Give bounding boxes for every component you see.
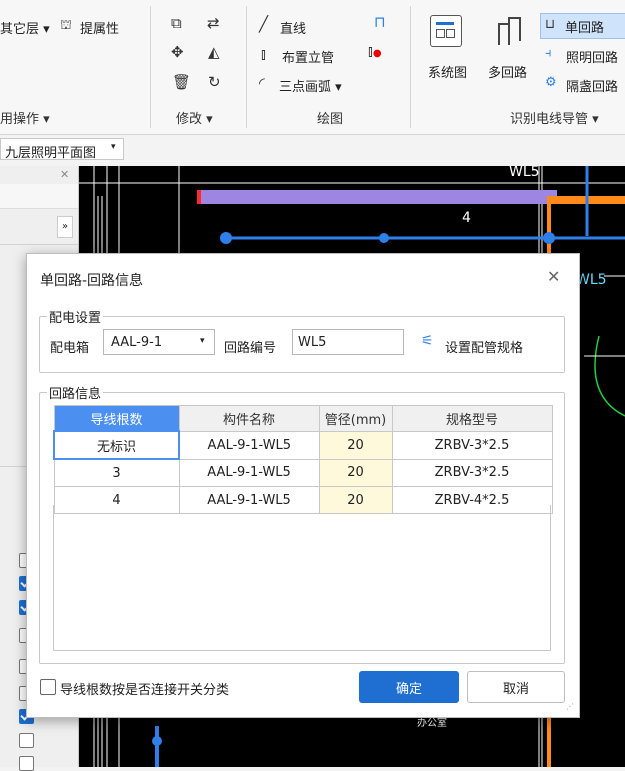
riser-icon: ⫾ (261, 45, 266, 63)
rotate-icon[interactable]: ↻ (208, 74, 221, 90)
canvas-label-4: 4 (462, 210, 471, 226)
group-label-ops: 用操作 ▾ (0, 112, 50, 127)
column-header-component-name[interactable]: 构件名称 (178, 405, 320, 432)
cell-wire-count[interactable]: 3 (53, 458, 180, 487)
classify-by-switch-checkbox-label[interactable]: 导线根数按是否连接开关分类 (60, 679, 229, 698)
cell-pipe-diameter[interactable]: 20 (318, 458, 393, 487)
column-header-wire-count[interactable]: 导线根数 (53, 405, 180, 432)
three-point-arc-button[interactable]: 三点画弧 ▾ (279, 76, 342, 95)
circuit-number-input[interactable]: WL5 (292, 329, 404, 355)
canvas-label-wl5-top: WL5 (509, 166, 540, 180)
table-empty-area (53, 505, 551, 651)
system-diagram-button[interactable]: 系统图 (428, 62, 467, 81)
extract-attribute-button[interactable]: 提属性 (80, 18, 119, 37)
distribution-box-label: 配电箱 (50, 341, 90, 356)
resize-grip-icon[interactable]: ⋰ (566, 702, 574, 711)
power-settings-legend: 配电设置 (47, 307, 104, 326)
lighting-circuit-button[interactable]: 照明回路 (566, 47, 618, 66)
column-header-spec-model[interactable]: 规格型号 (391, 405, 553, 432)
dialog-title: 单回路-回路信息 (40, 273, 144, 289)
circuit-info-legend: 回路信息 (47, 383, 104, 402)
circuit-table: 导线根数 构件名称 管径(mm) 规格型号 无标识 AAL-9-1-WL5 20… (53, 405, 553, 514)
circuit-number-label: 回路编号 (224, 341, 277, 356)
lighting-circuit-icon: ⫞ (545, 46, 552, 61)
table-row[interactable]: 无标识 AAL-9-1-WL5 20 ZRBV-3*2.5 (53, 430, 553, 460)
document-tab-label: 九层照明平面图 (5, 146, 97, 161)
cell-pipe-diameter[interactable]: 20 (318, 430, 393, 460)
group-label-draw: 绘图 (317, 112, 344, 127)
chevron-down-icon: ▾ (111, 142, 116, 152)
riser-add-icon[interactable]: ⫾● (368, 43, 382, 62)
cell-wire-count[interactable]: 无标识 (53, 430, 180, 460)
checkbox-icon[interactable] (19, 756, 34, 771)
pipe-bend-icon[interactable]: ⊓ (374, 14, 386, 30)
line-icon: ╱ (259, 15, 269, 33)
close-icon[interactable]: ✕ (60, 168, 69, 181)
place-riser-button[interactable]: 布置立管 (282, 47, 334, 66)
chevron-down-icon: ▾ (200, 336, 205, 346)
multi-circuit-button[interactable]: 多回路 (488, 62, 527, 81)
cell-component-name[interactable]: AAL-9-1-WL5 (178, 430, 320, 460)
set-pipe-spec-button[interactable]: 设置配管规格 (445, 337, 523, 356)
checkbox-icon[interactable] (40, 679, 56, 695)
mirror-copy-icon[interactable]: ⇄ (207, 15, 220, 31)
multi-circuit-icon[interactable] (496, 15, 522, 45)
delete-icon[interactable]: 🗑 (172, 74, 191, 90)
mirror-icon[interactable]: ◭ (208, 44, 220, 60)
cell-component-name[interactable]: AAL-9-1-WL5 (178, 458, 320, 487)
draw-line-button[interactable]: 直线 (280, 18, 306, 37)
other-layer-dropdown[interactable]: 其它层 ▾ (0, 18, 50, 37)
group-label-identify: 识别电线导管 ▾ (510, 112, 599, 127)
cancel-button[interactable]: 取消 (467, 671, 565, 703)
copy-icon[interactable]: ⧉ (171, 15, 182, 31)
table-row[interactable]: 3 AAL-9-1-WL5 20 ZRBV-3*2.5 (53, 458, 553, 487)
single-circuit-button[interactable]: ⊔ 单回路 (540, 13, 625, 39)
close-icon[interactable]: ✕ (547, 267, 560, 286)
checkbox-icon[interactable] (19, 733, 34, 748)
box-circuit-icon: ⚙ (545, 75, 557, 90)
expand-panel-button[interactable]: » (57, 216, 73, 238)
column-header-pipe-diameter[interactable]: 管径(mm) (318, 405, 393, 432)
cell-spec-model[interactable]: ZRBV-3*2.5 (391, 430, 553, 460)
group-label-modify: 修改 ▾ (176, 112, 213, 127)
single-circuit-icon: ⊔ (545, 17, 556, 32)
ok-button[interactable]: 确定 (359, 671, 459, 703)
cell-spec-model[interactable]: ZRBV-3*2.5 (391, 458, 553, 487)
distribution-box-select[interactable]: AAL-9-1 ▾ (103, 329, 215, 355)
extract-attribute-icon: ⛫ (60, 18, 72, 33)
box-circuit-button[interactable]: 隔盏回路 (566, 76, 618, 95)
pipe-spec-icon: ⚟ (421, 333, 434, 349)
single-circuit-dialog: 单回路-回路信息 ✕ 配电设置 配电箱 AAL-9-1 ▾ 回路编号 WL5 ⚟… (26, 253, 580, 718)
ribbon-toolbar: 其它层 ▾ ⛫ 提属性 用操作 ▾ ⧉ ⇄ ✥ ◭ 🗑 ↻ 修改 ▾ ╱ 直线 … (0, 0, 625, 135)
system-diagram-icon[interactable] (430, 15, 462, 47)
canvas-label-wl5-right: WL5 (576, 272, 607, 288)
arc-icon: ◜ (259, 74, 265, 92)
move-icon[interactable]: ✥ (171, 44, 184, 60)
